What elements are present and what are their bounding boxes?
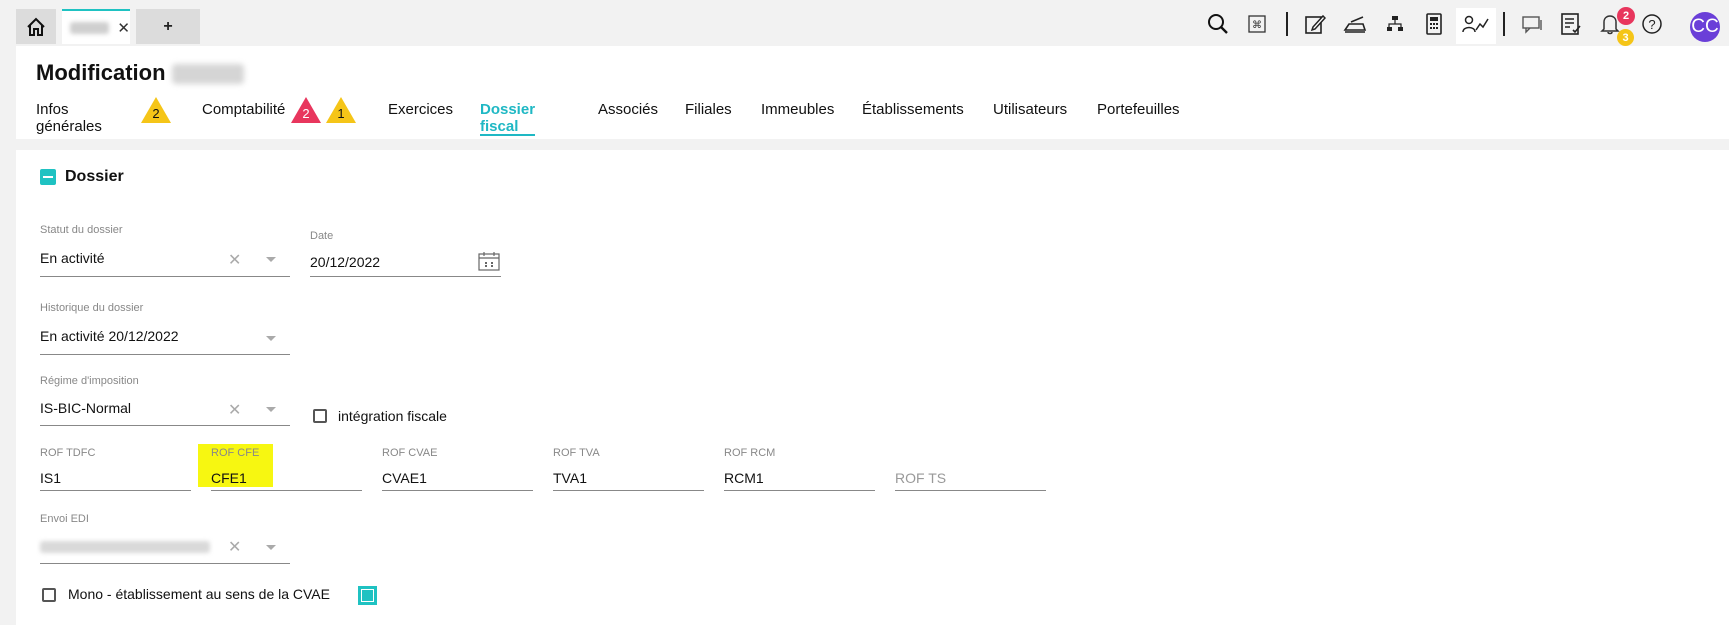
collapse-button[interactable] bbox=[40, 169, 56, 185]
notification-badge-red: 2 bbox=[1617, 7, 1635, 25]
date-input[interactable]: 20/12/2022 bbox=[310, 254, 380, 270]
envoi-edi-label: Envoi EDI bbox=[40, 513, 89, 525]
home-tab[interactable] bbox=[16, 9, 56, 44]
search-icon[interactable] bbox=[1206, 12, 1230, 36]
info-icon[interactable] bbox=[358, 586, 377, 605]
statut-label: Statut du dossier bbox=[40, 224, 123, 236]
help-icon[interactable]: ? bbox=[1640, 12, 1664, 36]
clear-icon[interactable]: ✕ bbox=[228, 537, 241, 557]
blurred-tab-name bbox=[70, 21, 110, 34]
hierarchy-icon[interactable] bbox=[1383, 12, 1407, 36]
tab-exercices[interactable]: Exercices bbox=[388, 101, 453, 139]
regime-label: Régime d'imposition bbox=[40, 375, 139, 387]
tab-infos-generales[interactable]: Infos générales bbox=[36, 101, 102, 139]
mono-etablissement-label: Mono - établissement au sens de la CVAE bbox=[68, 586, 330, 602]
error-badge: 2 bbox=[289, 95, 323, 125]
historique-select[interactable]: En activité 20/12/2022 bbox=[40, 328, 179, 344]
rof-tdfc-label: ROF TDFC bbox=[40, 447, 96, 459]
tab-utilisateurs[interactable]: Utilisateurs bbox=[993, 101, 1067, 139]
avatar[interactable]: CC bbox=[1690, 12, 1720, 42]
chevron-down-icon[interactable] bbox=[266, 336, 276, 341]
users-chart-icon[interactable] bbox=[1462, 12, 1490, 36]
clear-icon[interactable]: ✕ bbox=[228, 400, 241, 420]
warning-badge: 2 bbox=[139, 95, 173, 125]
page-header: Modification Infos générales 2 Comptabil… bbox=[16, 46, 1729, 139]
edit-icon[interactable] bbox=[1303, 12, 1327, 36]
rof-tdfc-input[interactable]: IS1 bbox=[40, 470, 61, 486]
checklist-icon[interactable] bbox=[1559, 12, 1583, 36]
rof-ts-underline bbox=[895, 490, 1046, 491]
tab-portefeuilles[interactable]: Portefeuilles bbox=[1097, 101, 1180, 139]
regime-underline bbox=[40, 425, 290, 426]
rof-cfe-input[interactable]: CFE1 bbox=[211, 470, 247, 486]
calculator-icon[interactable] bbox=[1422, 12, 1446, 36]
tab-associes[interactable]: Associés bbox=[598, 101, 658, 139]
calendar-icon[interactable] bbox=[478, 251, 500, 276]
rof-tva-underline bbox=[553, 490, 704, 491]
scanner-icon[interactable] bbox=[1343, 12, 1367, 36]
historique-underline bbox=[40, 354, 290, 355]
rof-cvae-input[interactable]: CVAE1 bbox=[382, 470, 427, 486]
integration-fiscale-checkbox[interactable] bbox=[313, 409, 327, 423]
statut-underline bbox=[40, 276, 290, 277]
tab-dossier-fiscal[interactable]: Dossier fiscal bbox=[480, 101, 536, 136]
close-icon[interactable]: ✕ bbox=[117, 19, 130, 37]
clear-icon[interactable]: ✕ bbox=[228, 250, 241, 270]
historique-label: Historique du dossier bbox=[40, 302, 144, 314]
home-icon bbox=[27, 17, 45, 36]
new-tab-button[interactable]: + bbox=[136, 9, 200, 44]
rof-cfe-label: ROF CFE bbox=[211, 447, 260, 459]
chevron-down-icon[interactable] bbox=[266, 257, 276, 262]
rof-tva-input[interactable]: TVA1 bbox=[553, 470, 587, 486]
rof-rcm-input[interactable]: RCM1 bbox=[724, 470, 764, 486]
rof-cvae-label: ROF CVAE bbox=[382, 447, 438, 459]
tab-comptabilite[interactable]: Comptabilité bbox=[202, 101, 285, 139]
tab-etablissements[interactable]: Établissements bbox=[862, 101, 964, 139]
chat-icon[interactable] bbox=[1520, 12, 1544, 36]
rof-cfe-underline bbox=[211, 490, 362, 491]
blurred-company-name bbox=[172, 64, 244, 84]
tab-immeubles[interactable]: Immeubles bbox=[761, 101, 834, 139]
top-bar: ✕ + ⌘ 2 3 ? CC bbox=[0, 0, 1729, 46]
document-tab[interactable]: ✕ bbox=[62, 9, 130, 44]
date-label: Date bbox=[310, 230, 334, 242]
regime-select[interactable]: IS-BIC-Normal bbox=[40, 400, 131, 416]
warning-badge: 1 bbox=[324, 95, 358, 125]
rof-tdfc-underline bbox=[40, 490, 191, 491]
tab-filiales[interactable]: Filiales bbox=[685, 101, 732, 139]
envoi-edi-underline bbox=[40, 563, 290, 564]
notification-badge-yellow: 3 bbox=[1617, 29, 1634, 46]
rof-rcm-label: ROF RCM bbox=[724, 447, 776, 459]
svg-text:⌘: ⌘ bbox=[1252, 20, 1262, 31]
toolbar-separator bbox=[1286, 12, 1288, 36]
section-header: Dossier bbox=[40, 168, 124, 186]
statut-select[interactable]: En activité bbox=[40, 250, 105, 266]
rof-rcm-underline bbox=[724, 490, 875, 491]
rof-ts-input[interactable]: ROF TS bbox=[895, 470, 946, 486]
chevron-down-icon[interactable] bbox=[266, 407, 276, 412]
section-title: Dossier bbox=[65, 168, 124, 185]
integration-fiscale-label: intégration fiscale bbox=[338, 408, 447, 424]
mono-etablissement-checkbox[interactable] bbox=[42, 588, 56, 602]
chevron-down-icon[interactable] bbox=[266, 545, 276, 550]
toolbar-separator bbox=[1503, 12, 1505, 36]
rof-cvae-underline bbox=[382, 490, 533, 491]
blurred-email[interactable] bbox=[40, 541, 210, 553]
svg-text:?: ? bbox=[1648, 17, 1655, 32]
keyboard-icon[interactable]: ⌘ bbox=[1245, 12, 1269, 36]
date-underline bbox=[310, 276, 501, 277]
rof-tva-label: ROF TVA bbox=[553, 447, 600, 459]
page-title: Modification bbox=[36, 60, 166, 85]
content-panel: Dossier bbox=[16, 150, 1729, 625]
